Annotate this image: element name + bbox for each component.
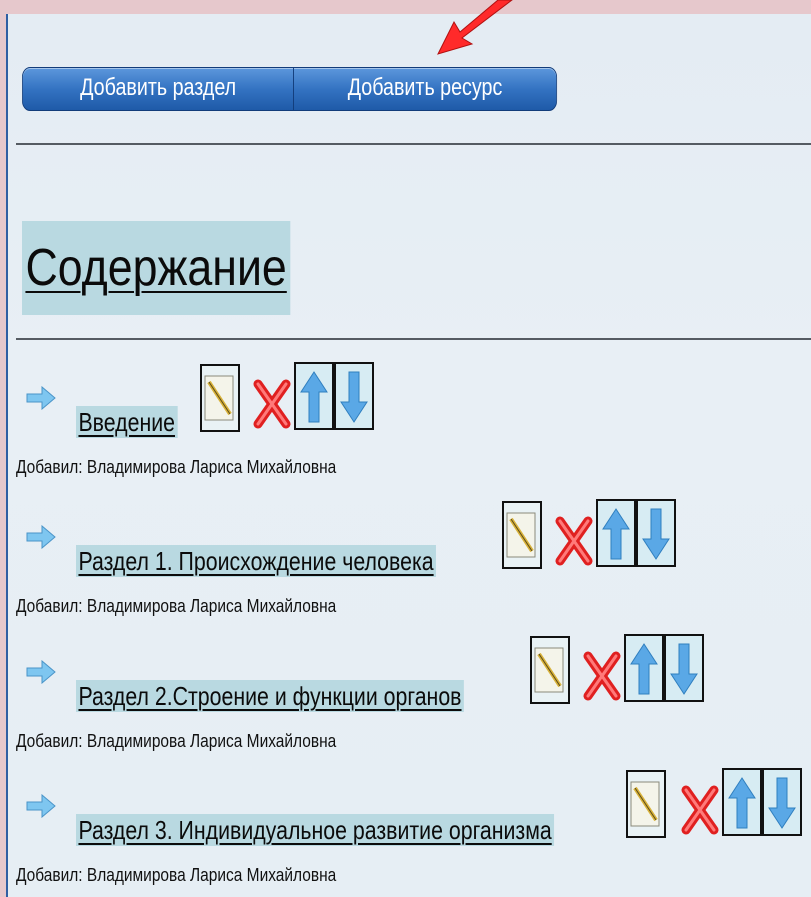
item-author: Добавил: Владимирова Лариса Михайловна (16, 596, 337, 616)
move-down-icon[interactable] (762, 768, 802, 836)
move-down-icon[interactable] (664, 634, 704, 702)
move-up-icon[interactable] (624, 634, 664, 702)
move-down-icon[interactable] (334, 362, 374, 430)
item-link-intro[interactable]: Введение (76, 406, 178, 438)
edit-icon[interactable] (530, 636, 570, 704)
item-link-section-3[interactable]: Раздел 3. Индивидуальное развитие органи… (76, 814, 555, 846)
move-up-icon[interactable] (294, 362, 334, 430)
right-arrow-icon (26, 386, 56, 410)
right-arrow-icon (26, 525, 56, 549)
edit-icon[interactable] (626, 770, 666, 838)
edit-icon[interactable] (200, 364, 240, 432)
right-arrow-icon (26, 660, 56, 684)
delete-icon[interactable] (680, 776, 720, 844)
delete-icon[interactable] (582, 642, 622, 710)
move-up-icon[interactable] (596, 499, 636, 567)
delete-icon[interactable] (554, 507, 594, 575)
item-author: Добавил: Владимирова Лариса Михайловна (16, 731, 337, 751)
page-title: Содержание (22, 221, 291, 315)
add-section-button[interactable]: Добавить раздел (22, 67, 295, 111)
red-pointer-arrow-icon (437, 0, 513, 55)
item-author: Добавил: Владимирова Лариса Михайловна (16, 865, 337, 885)
item-author: Добавил: Владимирова Лариса Михайловна (16, 457, 337, 477)
add-resource-button[interactable]: Добавить ресурс (293, 67, 558, 111)
divider (16, 338, 811, 340)
divider (16, 143, 811, 145)
move-up-icon[interactable] (722, 768, 762, 836)
move-down-icon[interactable] (636, 499, 676, 567)
right-arrow-icon (26, 794, 56, 818)
item-link-section-1[interactable]: Раздел 1. Происхождение человека (76, 545, 437, 577)
delete-icon[interactable] (252, 370, 292, 438)
course-panel: Добавить раздел Добавить ресурс Содержан… (6, 14, 811, 897)
item-link-section-2[interactable]: Раздел 2.Строение и функции органов (76, 680, 464, 712)
edit-icon[interactable] (502, 501, 542, 569)
